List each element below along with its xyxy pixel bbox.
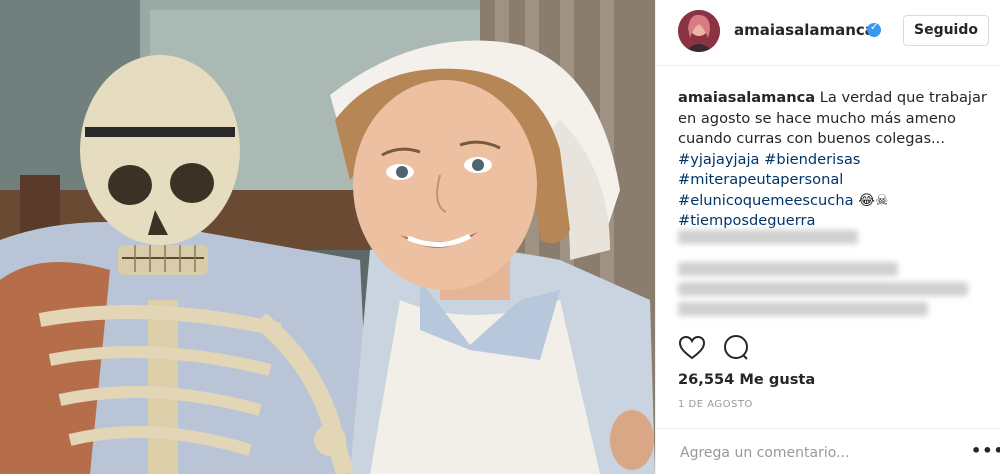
avatar-image	[678, 10, 720, 52]
avatar[interactable]	[678, 10, 720, 52]
comment-input[interactable]	[678, 441, 952, 465]
caption-emoji: 😂☠	[858, 191, 889, 209]
caption-username[interactable]: amaiasalamanca	[678, 89, 815, 106]
blurred-comment-line	[678, 282, 968, 296]
blurred-comment-line	[678, 302, 928, 316]
heart-icon[interactable]	[678, 334, 706, 362]
comment-bar: •••	[656, 428, 1000, 474]
hashtag[interactable]: #yjajayjaja	[678, 151, 760, 168]
instagram-post: amaiasalamanca ✓ Seguido amaiasalamanca …	[0, 0, 1000, 474]
hashtag[interactable]: #miterapeutapersonal	[678, 170, 990, 191]
blurred-comment-line	[678, 230, 858, 244]
post-date[interactable]: 1 DE AGOSTO	[678, 399, 753, 410]
post-photo[interactable]	[0, 0, 655, 474]
post-header: amaiasalamanca ✓ Seguido	[656, 0, 1000, 66]
post-sidebar: amaiasalamanca ✓ Seguido amaiasalamanca …	[655, 0, 1000, 474]
hashtag[interactable]: #elunicoquemeescucha	[678, 192, 854, 209]
blurred-comment-line	[678, 262, 898, 276]
comment-icon[interactable]	[722, 334, 750, 362]
more-options-icon[interactable]: •••	[971, 441, 1000, 460]
verified-badge-icon: ✓	[867, 22, 881, 37]
following-button[interactable]: Seguido	[903, 15, 989, 46]
post-photo-illustration	[0, 0, 655, 474]
post-caption: amaiasalamanca La verdad que trabajar en…	[678, 88, 990, 232]
header-username[interactable]: amaiasalamanca	[734, 21, 875, 39]
hashtag[interactable]: #bienderisas	[764, 151, 860, 168]
hashtag[interactable]: #tiemposdeguerra	[678, 211, 990, 232]
like-count[interactable]: 26,554 Me gusta	[678, 371, 815, 388]
